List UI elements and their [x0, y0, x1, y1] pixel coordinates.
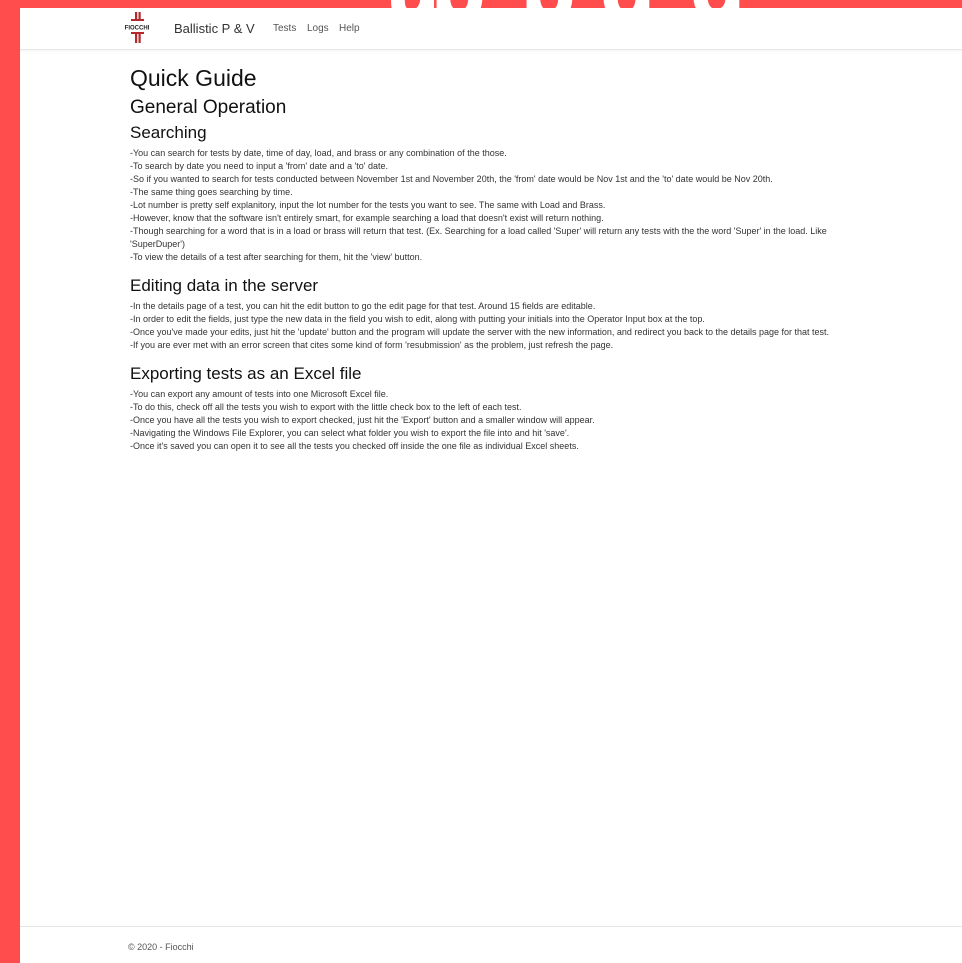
section-title: Searching [130, 123, 207, 142]
nav-link-logs[interactable]: Logs [307, 23, 329, 34]
section-exporting: Exporting tests as an Excel file -You ca… [130, 363, 860, 453]
section-title: Exporting tests as an Excel file [130, 364, 362, 383]
guide-line: -To do this, check off all the tests you… [130, 402, 522, 412]
page-title: Quick Guide [130, 65, 257, 91]
guide-line: -You can export any amount of tests into… [130, 389, 389, 399]
copyright-text: © 2020 - Fiocchi [128, 942, 194, 952]
guide-line: -If you are ever met with an error scree… [130, 340, 614, 350]
nav-link-help[interactable]: Help [339, 23, 360, 34]
guide-line: -So if you wanted to search for tests co… [130, 174, 773, 184]
guide-line: -In the details page of a test, you can … [130, 301, 596, 311]
section-searching: Searching -You can search for tests by d… [130, 122, 860, 264]
guide-line: -Once you've made your edits, just hit t… [130, 327, 830, 337]
section-editing: Editing data in the server -In the detai… [130, 275, 860, 352]
section-title: Editing data in the server [130, 276, 319, 295]
guide-line: -Once it's saved you can open it to see … [130, 441, 579, 451]
brand-title[interactable]: Ballistic P & V [174, 21, 255, 36]
guide-line: -However, know that the software isn't e… [130, 213, 604, 223]
guide-line: -You can search for tests by date, time … [130, 148, 507, 158]
guide-line: -In order to edit the fields, just type … [130, 314, 705, 324]
guide-line: -Lot number is pretty self explanitory, … [130, 200, 606, 210]
guide-line: -Navigating the Windows File Explorer, y… [130, 428, 570, 438]
top-navbar: FIOCCHI Ballistic P & V Tests Logs Help [20, 8, 962, 50]
guide-line: -Once you have all the tests you wish to… [130, 415, 595, 425]
guide-line: -To search by date you need to input a '… [130, 161, 389, 171]
guide-line: -The same thing goes searching by time. [130, 187, 293, 197]
logo-text: FIOCCHI [125, 26, 150, 32]
nav-link-tests[interactable]: Tests [273, 23, 296, 34]
guide-line: -Though searching for a word that is in … [130, 226, 827, 249]
browser-page: FIOCCHI Ballistic P & V Tests Logs Help … [20, 8, 962, 963]
guide-line: -To view the details of a test after sea… [130, 252, 423, 262]
fiocchi-logo[interactable]: FIOCCHI [119, 11, 155, 45]
main-content: Quick Guide General Operation Searching … [130, 64, 860, 453]
page-footer: © 2020 - Fiocchi [20, 926, 962, 963]
page-subtitle: General Operation [130, 97, 287, 118]
